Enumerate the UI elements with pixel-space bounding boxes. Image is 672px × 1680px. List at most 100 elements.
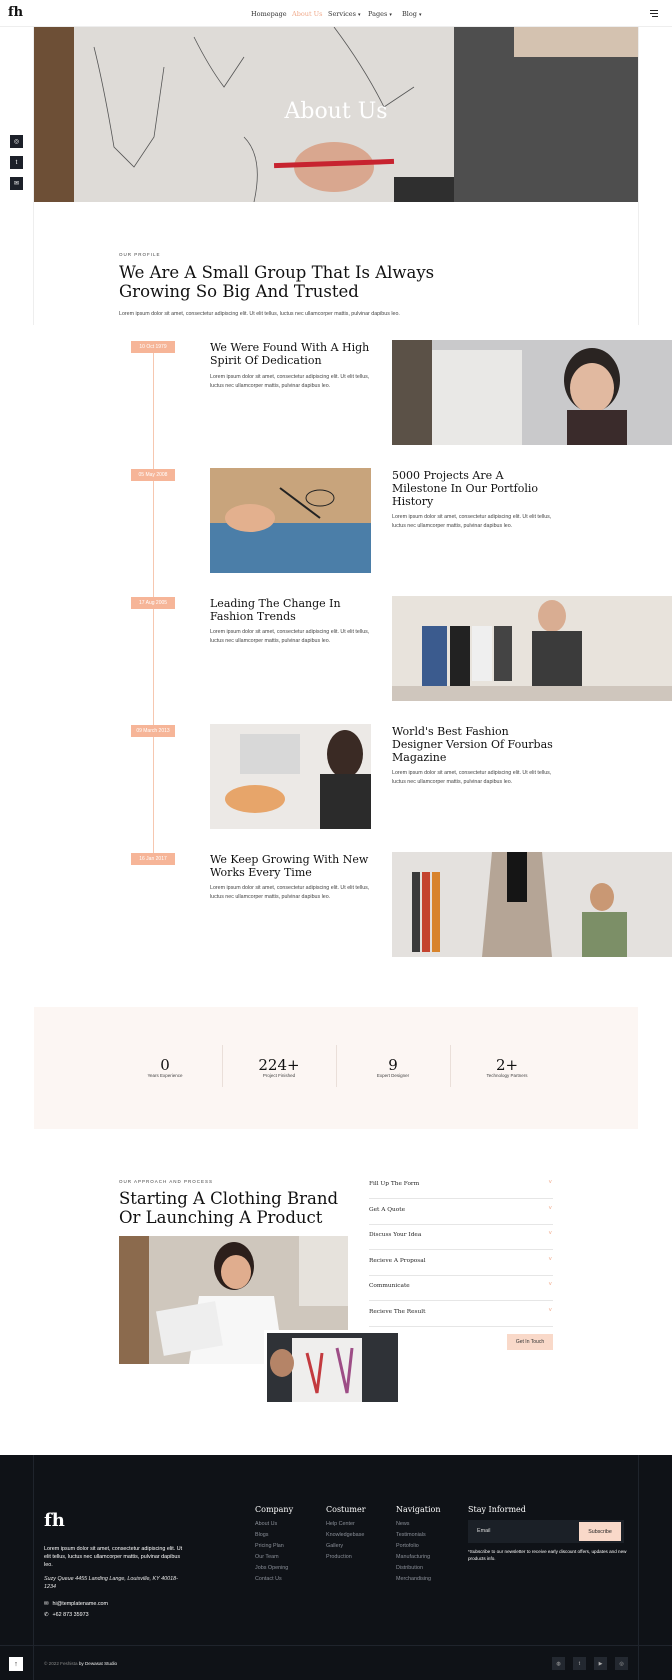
footer-about: Lorem ipsum dolor sit amet, consectetur …	[44, 1546, 183, 1568]
stat-value: 2+	[495, 1056, 519, 1074]
timeline-text: Lorem ipsum dolor sit amet, consectetur …	[210, 374, 370, 389]
timeline-title: World's Best Fashion Designer Version Of…	[392, 725, 553, 764]
accordion-item[interactable]: Discuss Your Idea ˅	[369, 1225, 553, 1250]
site-header: fh Homepage About Us Services ▾ Pages ▾ Bl…	[0, 0, 672, 27]
footer-link[interactable]: Manufacturing	[396, 1554, 430, 1560]
twitter-icon[interactable]: t	[573, 1657, 586, 1670]
frame-line-right	[638, 0, 639, 325]
footer-link[interactable]: News	[396, 1521, 409, 1527]
chevron-down-icon: ˅	[548, 1206, 552, 1212]
footer-link[interactable]: Blogs	[255, 1532, 269, 1538]
footer-link[interactable]: Pricing Plan	[255, 1543, 284, 1549]
hamburger-icon[interactable]	[650, 10, 658, 17]
stat-label: Expert Designer	[376, 1073, 410, 1078]
email-icon: ✉	[44, 1601, 49, 1607]
stat-value: 0	[160, 1056, 170, 1074]
chevron-down-icon: ˅	[548, 1282, 552, 1288]
accordion-item[interactable]: Get A Quote ˅	[369, 1200, 553, 1225]
chevron-down-icon: ▾	[418, 12, 422, 18]
profile-eyebrow: OUR PROFILE	[119, 252, 161, 257]
instagram-icon[interactable]: ◎	[10, 135, 23, 148]
nav-about-us[interactable]: About Us	[292, 10, 322, 18]
footer-line-right	[638, 1455, 639, 1680]
chevron-down-icon: ˅	[548, 1231, 552, 1237]
footer-link[interactable]: Testimonials	[396, 1532, 426, 1538]
logo[interactable]: fh	[8, 5, 23, 20]
copyright-brand[interactable]: by Dewasat Studio	[79, 1661, 117, 1666]
footer-phone[interactable]: ✆ +62 873 35973	[44, 1612, 89, 1618]
instagram-icon[interactable]: ◎	[615, 1657, 628, 1670]
timeline-date: 09 March 2013	[131, 725, 175, 737]
newsletter-note: *Subscribe to our newsletter to receive …	[468, 1549, 627, 1561]
accordion-item[interactable]: Recieve A Proposal ˅	[369, 1251, 553, 1276]
youtube-icon[interactable]: ▶	[594, 1657, 607, 1670]
footer-bottom-divider	[0, 1645, 672, 1646]
timeline-date: 16 Jan 2017	[131, 853, 175, 865]
nav-blog-label: Blog	[402, 10, 417, 18]
stat-value: 9	[388, 1056, 398, 1074]
footer-link[interactable]: Merchandising	[396, 1576, 431, 1582]
footer-link[interactable]: Portofolio	[396, 1543, 419, 1549]
timeline-title: Leading The Change In Fashion Trends	[210, 597, 341, 623]
accordion-item[interactable]: Fill Up The Form ˅	[369, 1174, 553, 1199]
stat-value: 224+	[258, 1056, 300, 1074]
footer-col-title: Company	[255, 1505, 294, 1514]
footer-link[interactable]: Distribution	[396, 1565, 423, 1571]
copyright: © 2022 Feshista by Dewasat Studio	[44, 1661, 117, 1666]
footer-link[interactable]: About Us	[255, 1521, 277, 1527]
footer-col-title: Costumer	[326, 1505, 366, 1514]
approach-title: Starting A Clothing Brand Or Launching A…	[119, 1189, 339, 1227]
accordion-item[interactable]: Communicate ˅	[369, 1276, 553, 1301]
email-icon[interactable]: ✉	[10, 177, 23, 190]
footer-link[interactable]: Our Team	[255, 1554, 279, 1560]
timeline-title: We Were Found With A High Spirit Of Dedi…	[210, 341, 370, 367]
chevron-down-icon: ▾	[357, 12, 361, 18]
chevron-down-icon: ▾	[389, 12, 392, 18]
timeline-image	[210, 724, 371, 829]
footer-email-text: hi@templatename.com	[52, 1601, 109, 1607]
accordion-item[interactable]: Recieve The Result ˅	[369, 1302, 553, 1327]
subscribe-button[interactable]: Subscribe	[579, 1522, 621, 1541]
footer-link[interactable]: Jobs Opening	[255, 1565, 288, 1571]
timeline-date: 05 May 2008	[131, 469, 175, 481]
timeline-text: Lorem ipsum dolor sit amet, consectetur …	[392, 770, 552, 785]
footer-link[interactable]: Gallery	[326, 1543, 343, 1549]
accordion-label: Fill Up The Form	[369, 1181, 420, 1187]
stat-divider	[222, 1045, 223, 1087]
accordion-label: Get A Quote	[369, 1207, 405, 1213]
scroll-to-top-button[interactable]: ↑	[9, 1657, 23, 1671]
accordion-label: Recieve A Proposal	[369, 1258, 426, 1264]
nav-services[interactable]: Services ▾	[328, 10, 361, 18]
footer-link[interactable]: Production	[326, 1554, 352, 1560]
timeline-text: Lorem ipsum dolor sit amet, consectetur …	[392, 514, 552, 529]
get-in-touch-button[interactable]: Get In Touch	[507, 1334, 553, 1350]
footer-phone-text: +62 873 35973	[52, 1612, 89, 1618]
footer-link[interactable]: Contact Us	[255, 1576, 282, 1582]
nav-blog[interactable]: Blog ▾	[402, 10, 421, 18]
timeline-title: 5000 Projects Are A Milestone In Our Por…	[392, 469, 538, 508]
nav-homepage[interactable]: Homepage	[251, 10, 287, 18]
stat-divider	[336, 1045, 337, 1087]
footer-col-title: Navigation	[396, 1505, 441, 1514]
stat-label: Years Experience	[147, 1073, 183, 1078]
chevron-down-icon: ˅	[548, 1308, 552, 1314]
dribbble-icon[interactable]: ◍	[552, 1657, 565, 1670]
twitter-icon[interactable]: t	[10, 156, 23, 169]
footer-line-left	[33, 1455, 34, 1680]
footer-link[interactable]: Knowledgebase	[326, 1532, 364, 1538]
approach-eyebrow: OUR APPROACH AND PROCESS	[119, 1179, 214, 1184]
footer-email[interactable]: ✉ hi@templatename.com	[44, 1601, 108, 1607]
approach-image-secondary	[264, 1330, 401, 1405]
accordion-label: Communicate	[369, 1283, 410, 1289]
timeline-date: 10 Oct 1979	[131, 341, 175, 353]
timeline-image	[210, 468, 371, 573]
nav-pages-label: Pages	[368, 10, 388, 18]
footer-logo[interactable]: fh	[44, 1510, 65, 1531]
newsletter-email-placeholder: Email	[477, 1528, 491, 1534]
timeline-image	[392, 852, 672, 957]
phone-icon: ✆	[44, 1612, 49, 1618]
timeline-title: We Keep Growing With New Works Every Tim…	[210, 853, 369, 879]
footer-link[interactable]: Help Center	[326, 1521, 355, 1527]
nav-pages[interactable]: Pages ▾	[368, 10, 392, 18]
accordion-label: Recieve The Result	[369, 1309, 426, 1315]
